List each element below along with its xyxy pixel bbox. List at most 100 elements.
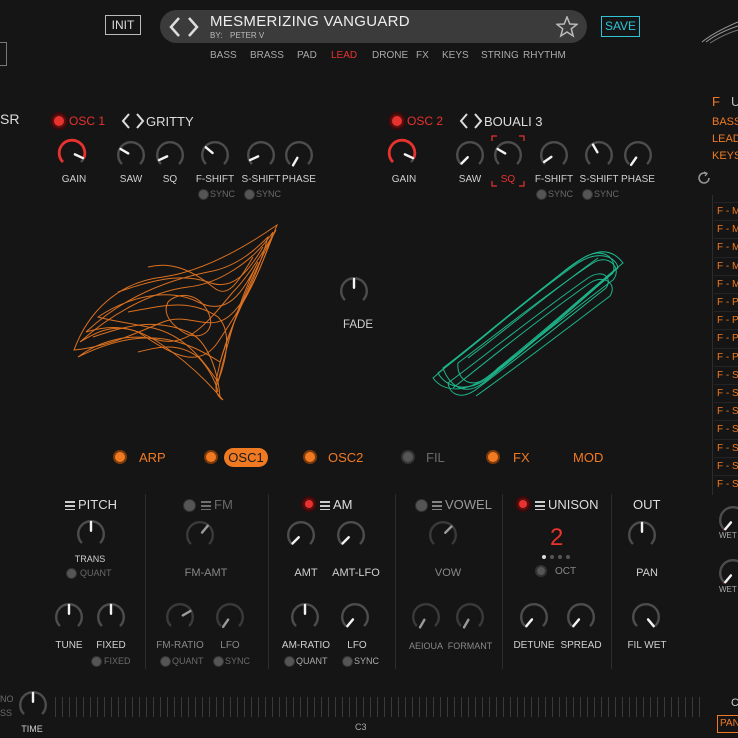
pitch-trans-knob[interactable] <box>75 518 107 550</box>
category-keys[interactable]: KEYS <box>442 50 469 61</box>
sidebar-wet1-knob[interactable] <box>717 504 738 531</box>
init-button[interactable]: INIT <box>105 15 141 35</box>
preset-name[interactable]: MESMERIZING VANGUARD <box>210 13 410 30</box>
unison-spread-knob[interactable] <box>565 601 597 633</box>
osc1-fshift-sync-led[interactable] <box>198 189 209 200</box>
sidebar-header-u[interactable]: U <box>731 94 738 109</box>
osc2-fshift-knob[interactable] <box>538 139 570 171</box>
init-label: INIT <box>111 18 135 32</box>
osc1-tab-led[interactable] <box>204 450 218 464</box>
osc2-saw-knob[interactable] <box>454 139 486 171</box>
osc2-gain-knob[interactable] <box>386 137 424 175</box>
fm-amt-knob[interactable] <box>184 519 228 563</box>
osc1-sshift-sync-led[interactable] <box>244 189 255 200</box>
vowel-menu-icon[interactable] <box>432 501 442 511</box>
prev-preset-icon[interactable] <box>168 16 182 38</box>
am-amt-knob[interactable] <box>285 519 329 563</box>
unison-menu-icon[interactable] <box>535 501 545 511</box>
category-bass[interactable]: BASS <box>210 50 237 61</box>
pitch-fixed-led[interactable] <box>91 656 102 667</box>
osc1-fshift-sync-label: SYNC <box>210 189 236 199</box>
fade-knob[interactable] <box>338 275 378 315</box>
tab-fil[interactable]: FIL <box>426 450 445 465</box>
out-pan-knob[interactable] <box>626 519 670 563</box>
pitch-fixed-knob[interactable] <box>95 601 127 633</box>
osc1-sshift-knob[interactable] <box>245 139 277 171</box>
osc1-phase-knob[interactable] <box>283 139 315 171</box>
osc1-wave-name[interactable]: GRITTY <box>146 114 194 129</box>
am-quant-led[interactable] <box>284 656 295 667</box>
vowel-aeioua-knob[interactable] <box>410 601 442 633</box>
sidebar-filter-keys[interactable]: KEYS <box>712 150 738 162</box>
osc1-wave-arrows-icon[interactable] <box>121 113 147 129</box>
category-pad[interactable]: PAD <box>297 50 317 61</box>
osc1-saw-knob[interactable] <box>115 139 147 171</box>
tab-arp[interactable]: ARP <box>139 450 166 465</box>
category-string[interactable]: STRING <box>481 50 519 61</box>
fm-lfo-knob[interactable] <box>214 601 246 633</box>
unison-power-led[interactable] <box>517 498 529 510</box>
sidebar-header-f[interactable]: F <box>712 94 720 109</box>
arp-tab-led[interactable] <box>113 450 127 464</box>
tab-osc1[interactable]: OSC1 <box>224 448 268 467</box>
tab-mod[interactable]: MOD <box>573 450 603 465</box>
pitch-trans-label: TRANS <box>74 554 106 564</box>
fm-menu-icon[interactable] <box>201 501 211 511</box>
am-sync-led[interactable] <box>342 656 353 667</box>
keyboard-strip[interactable] <box>55 697 700 717</box>
osc2-wave-name[interactable]: BOUALI 3 <box>484 114 543 129</box>
am-ratio-knob[interactable] <box>289 601 321 633</box>
category-lead[interactable]: LEAD <box>331 50 357 61</box>
pitch-fixed-toggle-label: FIXED <box>104 656 131 666</box>
osc1-sq-knob[interactable] <box>154 139 186 171</box>
osc2-wave-arrows-icon[interactable] <box>459 113 485 129</box>
pitch-quant-led[interactable] <box>66 568 77 579</box>
osc2-fshift-sync-led[interactable] <box>536 189 547 200</box>
osc2-sq-knob[interactable] <box>492 139 524 171</box>
time-knob[interactable] <box>17 689 47 719</box>
pitch-menu-icon[interactable] <box>65 501 75 511</box>
fil-tab-led[interactable] <box>401 450 415 464</box>
osc2-sshift-sync-led[interactable] <box>582 189 593 200</box>
category-rhythm[interactable]: RHYTHM <box>523 50 566 61</box>
am-amt-lfo-knob[interactable] <box>335 519 379 563</box>
save-button[interactable]: SAVE <box>601 16 640 37</box>
unison-voices-value[interactable]: 2 <box>550 524 563 552</box>
fx-tab-led[interactable] <box>486 450 500 464</box>
unison-detune-knob[interactable] <box>518 601 550 633</box>
unison-page-dots[interactable] <box>542 555 572 561</box>
osc2-power-led[interactable] <box>390 114 404 128</box>
tab-osc2[interactable]: OSC2 <box>328 450 363 465</box>
sidebar-filter-lead[interactable]: LEAD <box>712 133 738 145</box>
favorite-star-icon[interactable] <box>556 16 578 38</box>
sidebar-pan-button[interactable]: PAN <box>717 715 738 733</box>
osc1-fshift-knob[interactable] <box>199 139 231 171</box>
vowel-formant-knob[interactable] <box>454 601 486 633</box>
am-lfo-knob[interactable] <box>339 601 371 633</box>
fm-sync-led[interactable] <box>213 656 224 667</box>
am-power-led[interactable] <box>303 498 315 510</box>
next-preset-icon[interactable] <box>186 16 200 38</box>
sidebar-filter-bass[interactable]: BASS <box>712 116 738 128</box>
osc2-tab-led[interactable] <box>303 450 317 464</box>
tab-fx[interactable]: FX <box>513 450 530 465</box>
fm-ratio-knob[interactable] <box>164 601 196 633</box>
pitch-tune-knob[interactable] <box>53 601 85 633</box>
fm-quant-led[interactable] <box>160 656 171 667</box>
unison-oct-led[interactable] <box>535 565 547 577</box>
am-menu-icon[interactable] <box>320 501 330 511</box>
vowel-vow-knob[interactable] <box>427 519 471 563</box>
osc2-sshift-knob[interactable] <box>583 139 615 171</box>
sidebar-pan-label: PAN <box>720 718 738 729</box>
out-fil-wet-knob[interactable] <box>630 601 662 633</box>
osc1-power-led[interactable] <box>52 114 66 128</box>
refresh-icon[interactable] <box>697 171 711 185</box>
category-fx[interactable]: FX <box>416 50 429 61</box>
osc1-gain-knob[interactable] <box>56 137 94 175</box>
category-brass[interactable]: BRASS <box>250 50 284 61</box>
osc2-phase-knob[interactable] <box>622 139 654 171</box>
category-drone[interactable]: DRONE <box>372 50 408 61</box>
fm-power-led[interactable] <box>183 499 196 512</box>
sidebar-wet2-knob[interactable] <box>717 557 738 584</box>
vowel-power-led[interactable] <box>415 499 428 512</box>
